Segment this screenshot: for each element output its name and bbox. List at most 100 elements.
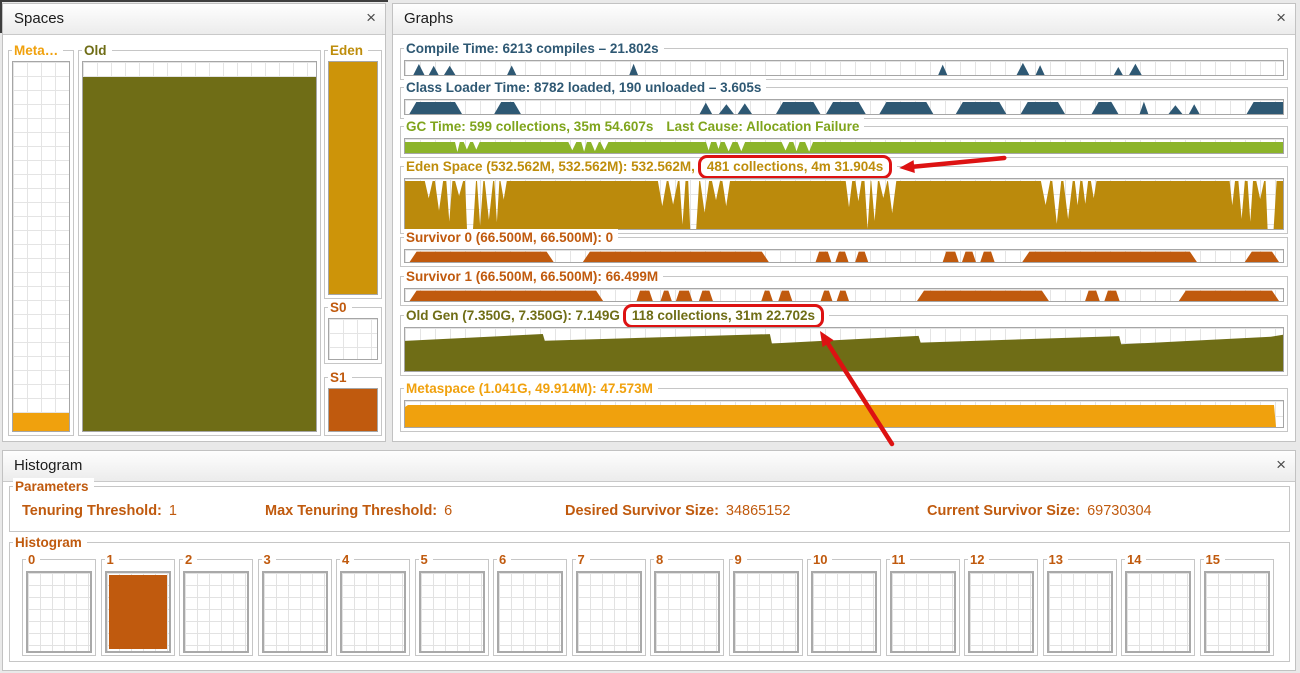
window-edge-top	[0, 0, 388, 2]
graph-waveform-old	[405, 334, 1283, 371]
bin-box	[654, 571, 720, 653]
old-space-box	[82, 61, 317, 432]
graph-strip-metaspace	[404, 400, 1284, 428]
bin-label: 7	[575, 551, 590, 568]
survivor0-space-box	[328, 318, 378, 360]
parameters-group-label: Parameters	[13, 478, 94, 495]
eden-space-group: Eden	[324, 42, 382, 299]
metaspace-space-fill	[13, 412, 69, 431]
graph-waveform-s1	[405, 290, 1283, 301]
graph-row-old: Old Gen (7.350G, 7.350G): 7.149G 118 coll…	[400, 304, 1288, 376]
graphs-panel: Graphs × Compile Time: 6213 compiles – 2…	[392, 3, 1296, 442]
histogram-bin-11: 11	[885, 551, 960, 656]
parameter-item: Max Tenuring Threshold: 6	[265, 503, 452, 519]
histogram-bin-12: 12	[964, 551, 1038, 656]
bin-label: 3	[261, 551, 276, 568]
graph-title-eden: Eden Space (532.562M, 532.562M): 532.562…	[404, 155, 898, 179]
histogram-bin-15: 15	[1199, 551, 1274, 656]
graph-title-gc: GC Time: 599 collections, 35m 54.607s Las…	[404, 118, 865, 135]
graph-row-s1: Survivor 1 (66.500M, 66.500M): 66.499M	[400, 268, 1288, 306]
spaces-panel: Spaces × Meta… Old Eden S0 S1	[2, 3, 386, 442]
graph-waveform-gc	[405, 142, 1283, 153]
graph-title-s1: Survivor 1 (66.500M, 66.500M): 66.499M	[404, 268, 664, 285]
graph-title-text: Survivor 1 (66.500M, 66.500M): 66.499M	[406, 269, 659, 284]
graphs-panel-title: Graphs	[404, 10, 454, 27]
histogram-bin-2: 2	[179, 551, 253, 656]
graph-strip-gc	[404, 138, 1284, 154]
graph-title-text: Class Loader Time: 8782 loaded, 190 unlo…	[406, 80, 762, 95]
histogram-bin-1: 1	[100, 551, 175, 656]
graph-title-text: Compile Time: 6213 compiles – 21.802s	[406, 41, 659, 56]
graph-row-metaspace: Metaspace (1.041G, 49.914M): 47.573M	[400, 380, 1288, 432]
parameter-label: Desired Survivor Size:	[565, 503, 719, 519]
histogram-panel-header: Histogram ×	[3, 451, 1295, 482]
histogram-panel: Histogram × Parameters Tenuring Threshol…	[2, 450, 1296, 671]
parameter-value: 1	[168, 503, 177, 519]
bin-label: 5	[418, 551, 433, 568]
graph-waveform-eden	[405, 181, 1283, 229]
spaces-panel-header: Spaces ×	[3, 4, 385, 35]
old-space-fill	[83, 76, 316, 431]
parameter-label: Tenuring Threshold:	[22, 503, 162, 519]
visualgc-window: Spaces × Meta… Old Eden S0 S1 Graphs × C…	[0, 0, 1300, 673]
graph-row-gc: GC Time: 599 collections, 35m 54.607s Las…	[400, 118, 1288, 158]
graph-strip-s1	[404, 288, 1284, 302]
graph-strip-old	[404, 327, 1284, 372]
parameter-item: Current Survivor Size: 69730304	[927, 503, 1152, 519]
window-edge-left	[0, 0, 2, 33]
bin-label: 4	[340, 551, 355, 568]
bin-label: 14	[1125, 551, 1147, 568]
eden-space-box	[328, 61, 378, 295]
histogram-panel-title: Histogram	[14, 457, 83, 474]
parameter-item: Tenuring Threshold: 1	[22, 503, 177, 519]
spaces-close-button[interactable]: ×	[366, 8, 376, 28]
bin-box	[261, 571, 328, 653]
bin-box	[340, 571, 406, 653]
histogram-bin-7: 7	[571, 551, 646, 656]
graph-row-eden: Eden Space (532.562M, 532.562M): 532.562…	[400, 155, 1288, 234]
bin-box	[732, 571, 799, 653]
metaspace-space-label: Meta…	[12, 42, 64, 59]
graphs-close-button[interactable]: ×	[1276, 8, 1286, 28]
bin-box	[1046, 571, 1113, 653]
parameter-value: 69730304	[1087, 503, 1152, 519]
bin-box	[1125, 571, 1191, 653]
graph-title-text: Eden Space (532.562M, 532.562M): 532.562…	[406, 159, 695, 174]
old-space-group: Old	[78, 42, 321, 436]
histogram-bin-5: 5	[414, 551, 489, 656]
bin-label: 10	[811, 551, 833, 568]
graph-title-classloader: Class Loader Time: 8782 loaded, 190 unlo…	[404, 79, 767, 96]
survivor1-space-group: S1	[324, 369, 382, 436]
bin-fill	[108, 575, 167, 649]
eden-space-label: Eden	[328, 42, 369, 59]
metaspace-space-box	[12, 61, 70, 432]
survivor0-space-group: S0	[324, 299, 382, 364]
metaspace-space-group: Meta…	[8, 42, 74, 436]
graph-title-text: Survivor 0 (66.500M, 66.500M): 0	[406, 230, 614, 245]
histogram-bin-13: 13	[1042, 551, 1117, 656]
bin-box	[497, 571, 563, 653]
graph-waveform-metaspace	[405, 405, 1276, 427]
graph-title-text: Old Gen (7.350G, 7.350G): 7.149G	[406, 308, 620, 323]
parameter-value: 6	[444, 503, 453, 519]
bin-label: 6	[497, 551, 512, 568]
histogram-bin-14: 14	[1121, 551, 1195, 656]
bin-label: 9	[732, 551, 747, 568]
histogram-close-button[interactable]: ×	[1276, 455, 1286, 475]
histogram-bins-group-label: Histogram	[13, 534, 87, 551]
graph-strip-s0	[404, 249, 1284, 263]
bin-box	[104, 571, 171, 653]
graph-title-text: GC Time: 599 collections, 35m 54.607s	[406, 119, 654, 134]
graph-title-text: Metaspace (1.041G, 49.914M): 47.573M	[406, 381, 653, 396]
bin-box	[968, 571, 1034, 653]
bin-box	[418, 571, 485, 653]
old-space-label: Old	[82, 42, 112, 59]
bin-label: 15	[1203, 551, 1225, 568]
survivor1-space-fill	[329, 389, 377, 431]
parameter-label: Max Tenuring Threshold:	[265, 503, 438, 519]
histogram-bin-10: 10	[807, 551, 881, 656]
parameter-value: 34865152	[725, 503, 791, 519]
histogram-bin-3: 3	[257, 551, 332, 656]
bin-label: 2	[183, 551, 198, 568]
graph-strip-eden	[404, 178, 1284, 230]
